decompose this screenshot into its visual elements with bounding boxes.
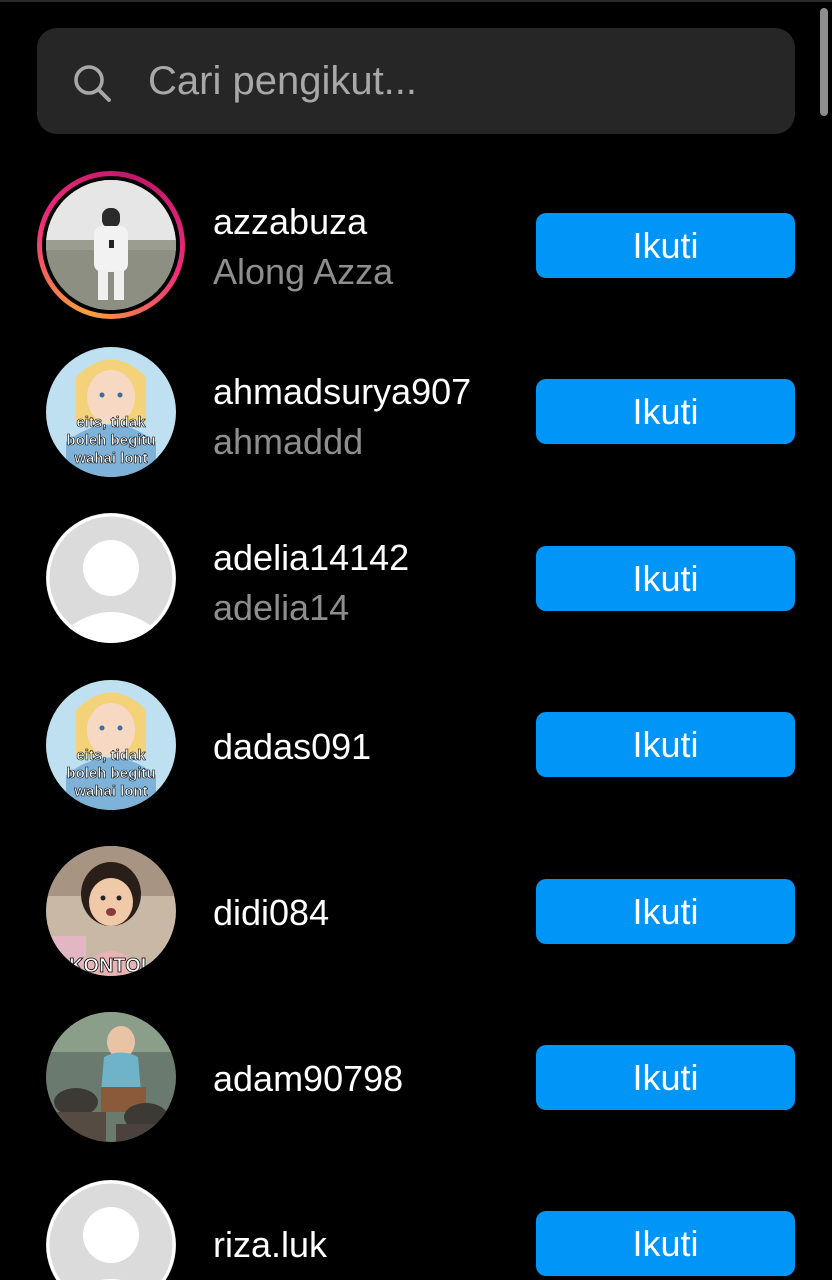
follow-button[interactable]: Ikuti <box>536 1045 795 1110</box>
username[interactable]: dadas091 <box>213 726 371 768</box>
followers-screen: azzabuza Along Azza Ikuti eits, tidak bo… <box>0 0 832 1280</box>
scrollbar[interactable] <box>820 8 828 116</box>
follow-button[interactable]: Ikuti <box>536 712 795 777</box>
search-input[interactable] <box>148 28 768 134</box>
follow-button[interactable]: Ikuti <box>536 213 795 278</box>
avatar[interactable]: eits, tidak boleh begitu wahai lont <box>46 680 176 810</box>
avatar[interactable] <box>46 1012 176 1142</box>
avatar-caption-line: KONTOL <box>69 955 153 976</box>
username[interactable]: riza.luk <box>213 1224 327 1266</box>
list-item: azzabuza Along Azza Ikuti <box>0 171 832 319</box>
list-item: KONTOL didi084 Ikuti <box>0 846 832 986</box>
top-divider <box>0 0 832 2</box>
avatar-caption-line: boleh begitu <box>66 432 155 449</box>
list-item: riza.luk Ikuti <box>0 1178 832 1280</box>
avatar[interactable] <box>46 180 176 310</box>
avatar-caption-line: wahai lont <box>73 783 147 800</box>
avatar[interactable] <box>46 513 176 643</box>
list-item: adam90798 Ikuti <box>0 1012 832 1152</box>
follow-button[interactable]: Ikuti <box>536 1211 795 1276</box>
full-name: Along Azza <box>213 251 394 292</box>
follow-button[interactable]: Ikuti <box>536 546 795 611</box>
username[interactable]: didi084 <box>213 892 329 934</box>
avatar-caption-line: eits, tidak <box>76 414 146 431</box>
avatar-caption-line: wahai lont <box>73 450 147 467</box>
username[interactable]: azzabuza <box>213 201 367 243</box>
list-item: eits, tidak boleh begitu wahai lont ahma… <box>0 347 832 487</box>
follow-button[interactable]: Ikuti <box>536 879 795 944</box>
full-name: ahmaddd <box>213 421 364 462</box>
follow-button[interactable]: Ikuti <box>536 379 795 444</box>
username[interactable]: adam90798 <box>213 1058 403 1100</box>
avatar[interactable]: KONTOL <box>46 846 176 976</box>
avatar[interactable] <box>46 1180 176 1280</box>
list-item: adelia14142 adelia14 Ikuti <box>0 513 832 653</box>
list-item: eits, tidak boleh begitu wahai lont dada… <box>0 680 832 820</box>
story-ring[interactable] <box>37 171 185 319</box>
full-name: adelia14 <box>213 587 350 628</box>
username[interactable]: adelia14142 <box>213 537 409 579</box>
username[interactable]: ahmadsurya907 <box>213 371 471 413</box>
avatar-caption-line: boleh begitu <box>66 765 155 782</box>
search-icon <box>74 65 111 102</box>
avatar[interactable]: eits, tidak boleh begitu wahai lont <box>46 347 176 477</box>
avatar-caption-line: eits, tidak <box>76 747 146 764</box>
